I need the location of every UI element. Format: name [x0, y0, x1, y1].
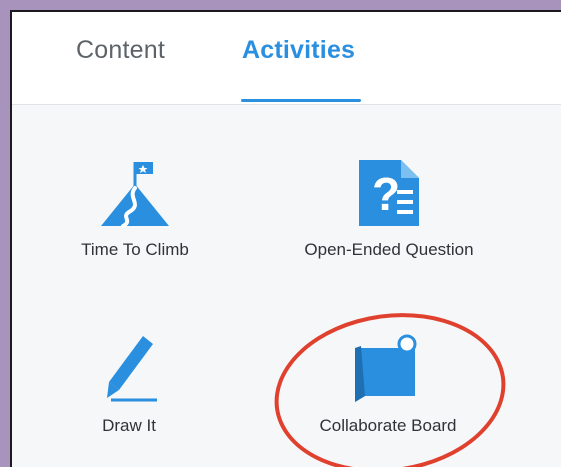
question-document-icon: ? [359, 160, 419, 226]
pinned-board-icon [355, 334, 417, 402]
mountain-flag-icon [101, 162, 169, 228]
activity-label: Open-Ended Question [304, 240, 474, 259]
active-tab-indicator [241, 99, 361, 102]
activity-label: Draw It [102, 416, 156, 435]
activity-draw-it[interactable]: Draw It [74, 334, 184, 436]
tab-content[interactable]: Content [76, 36, 165, 65]
activities-panel: Content Activities Time To Climb ? Open-… [10, 10, 561, 467]
activity-label: Time To Climb [81, 240, 189, 259]
activity-label: Collaborate Board [319, 416, 457, 435]
tab-activities[interactable]: Activities [242, 36, 355, 65]
outer-frame: Content Activities Time To Climb ? Open-… [0, 0, 561, 467]
activity-time-to-climb[interactable]: Time To Climb [70, 158, 200, 260]
pencil-icon [107, 336, 157, 402]
activity-open-ended-question[interactable]: ? Open-Ended Question [284, 158, 494, 260]
activity-collaborate-board[interactable]: Collaborate Board [298, 334, 478, 436]
svg-text:?: ? [372, 168, 400, 220]
tab-bar: Content Activities [12, 12, 561, 105]
